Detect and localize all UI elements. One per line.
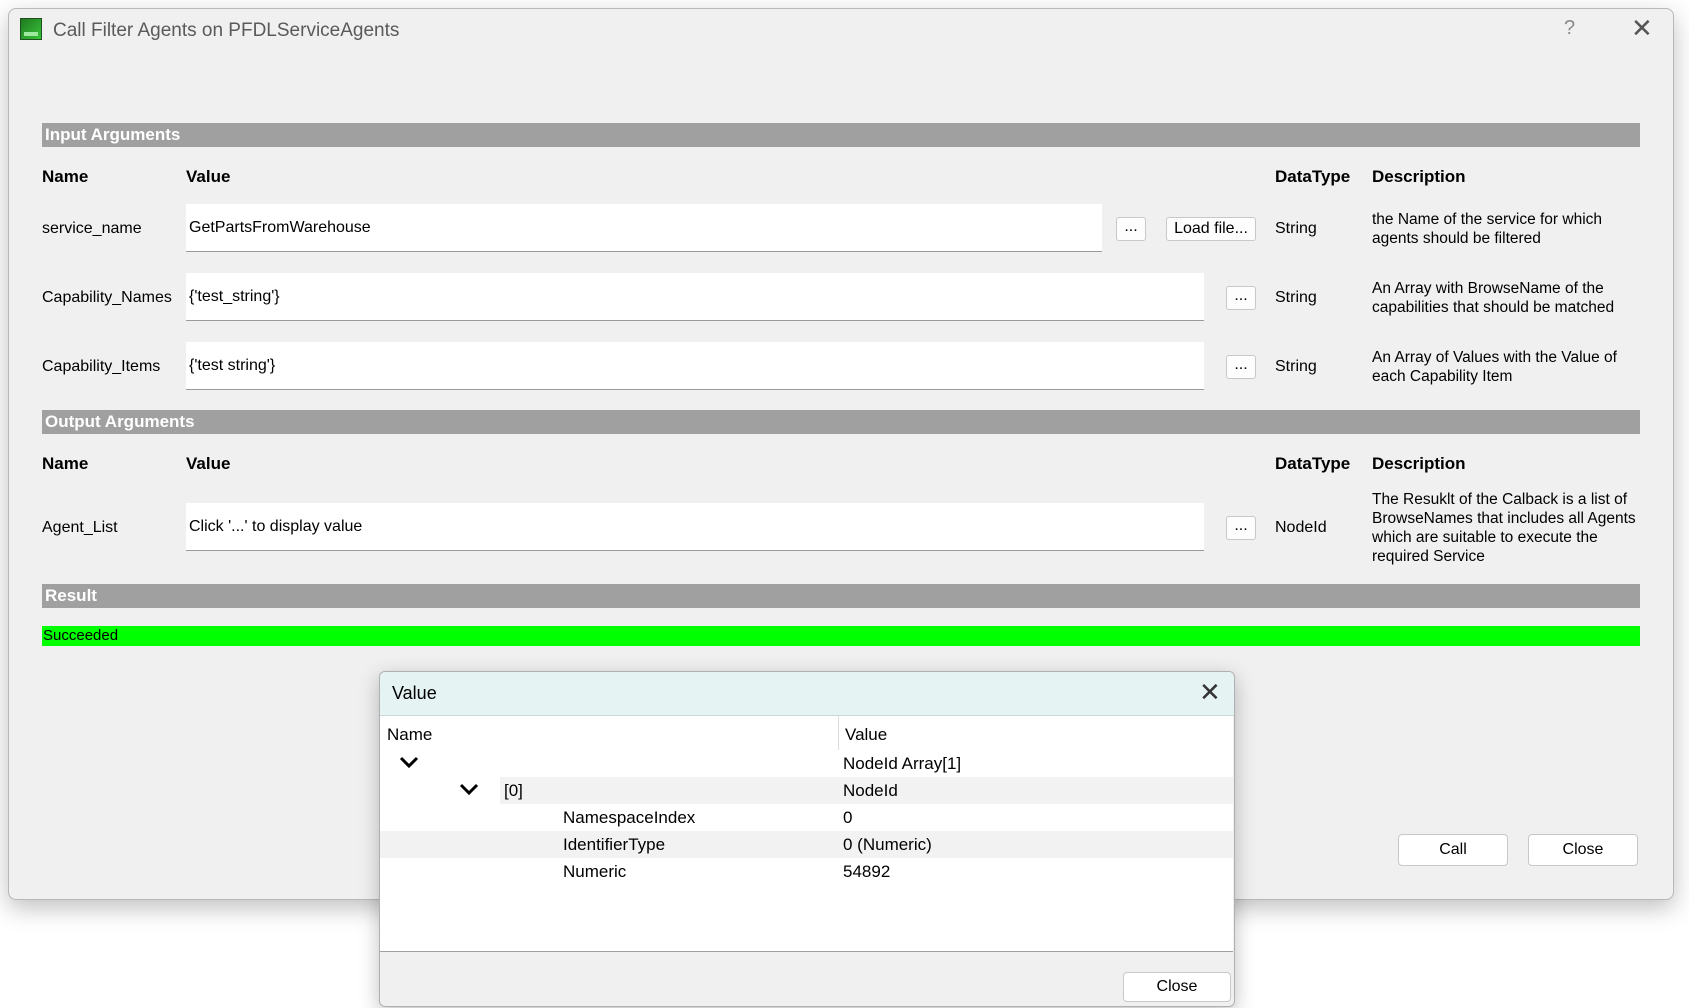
tree-row-identifier-type[interactable]: IdentifierType 0 (Numeric): [380, 831, 1233, 858]
capability-names-description: An Array with BrowseName of the capabili…: [1372, 280, 1615, 316]
service-name-browse-button[interactable]: ...: [1116, 217, 1146, 241]
tree-row-name: Numeric: [563, 862, 627, 881]
capability-items-datatype: String: [1275, 358, 1317, 375]
tree-row-value: 54892: [843, 862, 891, 881]
input-col-datatype: DataType: [1275, 167, 1351, 186]
output-col-description: Description: [1372, 454, 1466, 473]
capability-names-input[interactable]: [186, 273, 1204, 321]
tree-header: Name Value: [380, 716, 1233, 750]
tree-row-value: 0: [843, 808, 853, 827]
service-name-description: the Name of the service for which agents…: [1372, 211, 1603, 247]
service-name-input[interactable]: [186, 204, 1102, 252]
tree-row-index-0[interactable]: [0] NodeId: [459, 777, 1233, 804]
input-arguments-header: Input Arguments: [42, 123, 1640, 147]
tree-row-value: 0 (Numeric): [843, 835, 932, 854]
tree-row-name: NamespaceIndex: [563, 808, 696, 827]
close-icon[interactable]: ✕: [1631, 13, 1653, 44]
value-dialog-close-icon[interactable]: ✕: [1199, 677, 1221, 708]
tree-row-value: NodeId: [843, 781, 898, 800]
tree-row-value: NodeId Array[1]: [843, 754, 962, 773]
column-divider[interactable]: [838, 716, 839, 750]
output-col-datatype: DataType: [1275, 454, 1351, 473]
capability-names-browse-button[interactable]: ...: [1226, 286, 1256, 310]
value-dialog-title-bar: Value ✕: [380, 672, 1234, 716]
capability-items-browse-button[interactable]: ...: [1226, 355, 1256, 379]
agent-list-datatype: NodeId: [1275, 519, 1327, 536]
close-button[interactable]: Close: [1528, 834, 1638, 866]
app-icon: [20, 18, 42, 40]
window-title: Call Filter Agents on PFDLServiceAgents: [53, 20, 400, 41]
tree-row-name: [0]: [504, 781, 523, 800]
title-bar: Call Filter Agents on PFDLServiceAgents …: [9, 9, 1673, 53]
service-name-datatype: String: [1275, 220, 1317, 237]
tree-row-root[interactable]: NodeId Array[1]: [380, 750, 1233, 777]
capability-items-input[interactable]: [186, 342, 1204, 390]
tree-row-numeric[interactable]: Numeric 54892: [380, 858, 1233, 885]
input-col-name: Name: [42, 167, 89, 186]
result-status: Succeeded: [42, 626, 1640, 646]
help-button[interactable]: ?: [1564, 17, 1575, 40]
arg-name-agent-list: Agent_List: [42, 519, 118, 536]
tree-col-value[interactable]: Value: [845, 725, 887, 745]
agent-list-description: The Resuklt of the Calback is a list of …: [1372, 491, 1636, 565]
input-col-value: Value: [186, 167, 231, 186]
result-header: Result: [42, 584, 1640, 608]
chevron-down-icon[interactable]: [457, 778, 481, 800]
arg-name-service-name: service_name: [42, 220, 142, 237]
value-dialog-close-button[interactable]: Close: [1123, 972, 1231, 1002]
agent-list-browse-button[interactable]: ...: [1226, 516, 1256, 540]
load-file-button[interactable]: Load file...: [1166, 217, 1256, 241]
output-arguments-header: Output Arguments: [42, 410, 1640, 434]
output-col-value: Value: [186, 454, 231, 473]
agent-list-output[interactable]: [186, 503, 1204, 551]
tree-col-name[interactable]: Name: [387, 725, 432, 745]
tree-row-namespace-index[interactable]: NamespaceIndex 0: [380, 804, 1233, 831]
capability-items-description: An Array of Values with the Value of eac…: [1372, 349, 1617, 385]
value-dialog-title: Value: [392, 683, 437, 703]
capability-names-datatype: String: [1275, 289, 1317, 306]
tree-row-name: IdentifierType: [563, 835, 666, 854]
chevron-down-icon[interactable]: [397, 751, 421, 773]
arg-name-capability-names: Capability_Names: [42, 289, 172, 306]
value-tree: Name Value NodeId Array[1] [0] NodeId Na…: [380, 716, 1233, 952]
call-button[interactable]: Call: [1398, 834, 1508, 866]
value-dialog: Value ✕ Name Value NodeId Array[1] [0] N…: [379, 671, 1235, 1007]
output-col-name: Name: [42, 454, 89, 473]
arg-name-capability-items: Capability_Items: [42, 358, 161, 375]
input-col-description: Description: [1372, 167, 1466, 186]
